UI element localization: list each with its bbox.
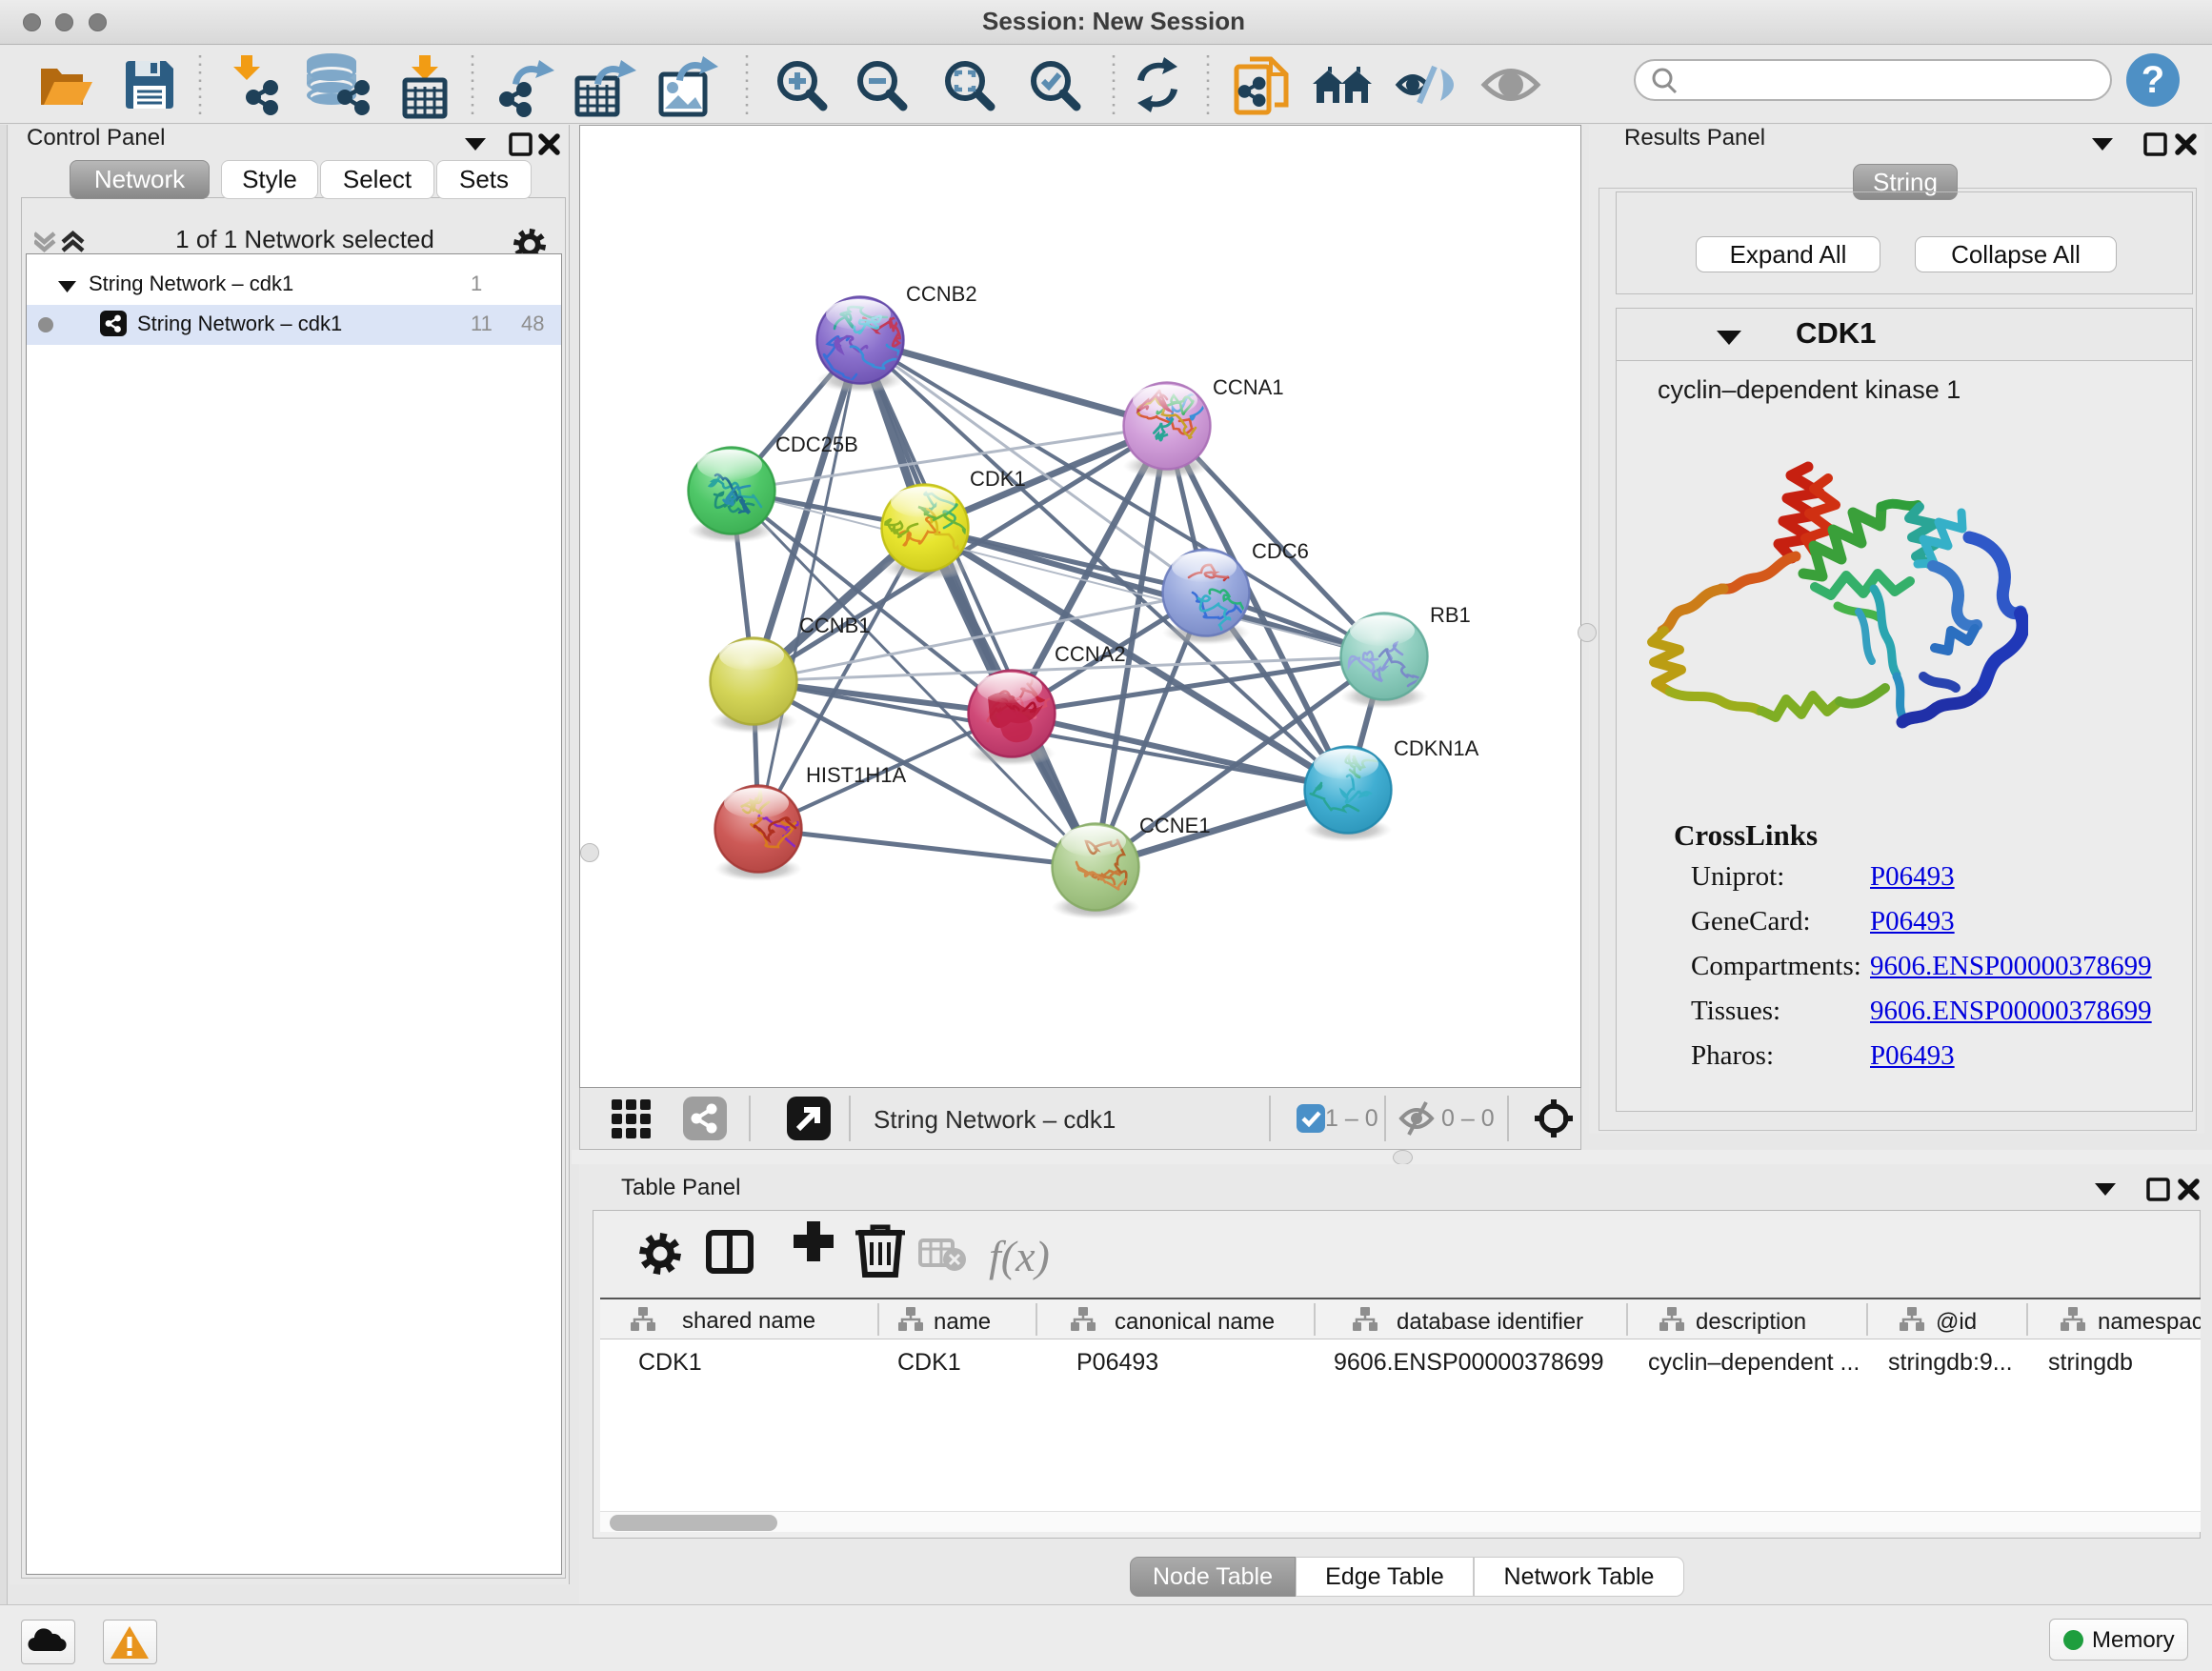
svg-text:CDK1: CDK1 [970,467,1026,491]
svg-text:0 – 0: 0 – 0 [1441,1105,1495,1132]
svg-text:CDK1: CDK1 [897,1349,961,1376]
svg-text:database identifier: database identifier [1397,1309,1583,1335]
svg-text:CDC6: CDC6 [1252,539,1309,563]
svg-text:HIST1H1A: HIST1H1A [806,763,906,787]
svg-text:canonical name: canonical name [1115,1309,1275,1335]
svg-text:P06493: P06493 [1076,1349,1158,1376]
svg-text:cyclin–dependent ...: cyclin–dependent ... [1648,1349,1860,1376]
svg-text:CDC25B: CDC25B [775,433,858,456]
svg-text:CDK1: CDK1 [638,1349,702,1376]
svg-text:CCNB1: CCNB1 [799,614,871,637]
svg-text:1 – 0: 1 – 0 [1325,1105,1378,1132]
svg-text:namespace: namespace [2098,1309,2201,1335]
svg-text:?: ? [2142,59,2164,101]
svg-text:CCNE1: CCNE1 [1139,814,1211,837]
svg-text:CDKN1A: CDKN1A [1394,736,1479,760]
svg-text:shared name: shared name [682,1308,815,1334]
svg-text:stringdb:9...: stringdb:9... [1888,1349,2013,1376]
svg-text:f(x): f(x) [989,1232,1050,1280]
svg-text:stringdb: stringdb [2048,1349,2133,1376]
svg-text:9606.ENSP00000378699: 9606.ENSP00000378699 [1334,1349,1604,1376]
svg-text:CCNA2: CCNA2 [1055,642,1126,666]
svg-text:RB1: RB1 [1430,603,1471,627]
svg-text:CCNA1: CCNA1 [1213,375,1284,399]
svg-text:String Network – cdk1: String Network – cdk1 [874,1105,1116,1134]
svg-text:CCNB2: CCNB2 [906,282,977,306]
svg-text:name: name [934,1309,991,1335]
svg-text:description: description [1696,1309,1806,1335]
svg-text:@id: @id [1936,1309,1977,1335]
